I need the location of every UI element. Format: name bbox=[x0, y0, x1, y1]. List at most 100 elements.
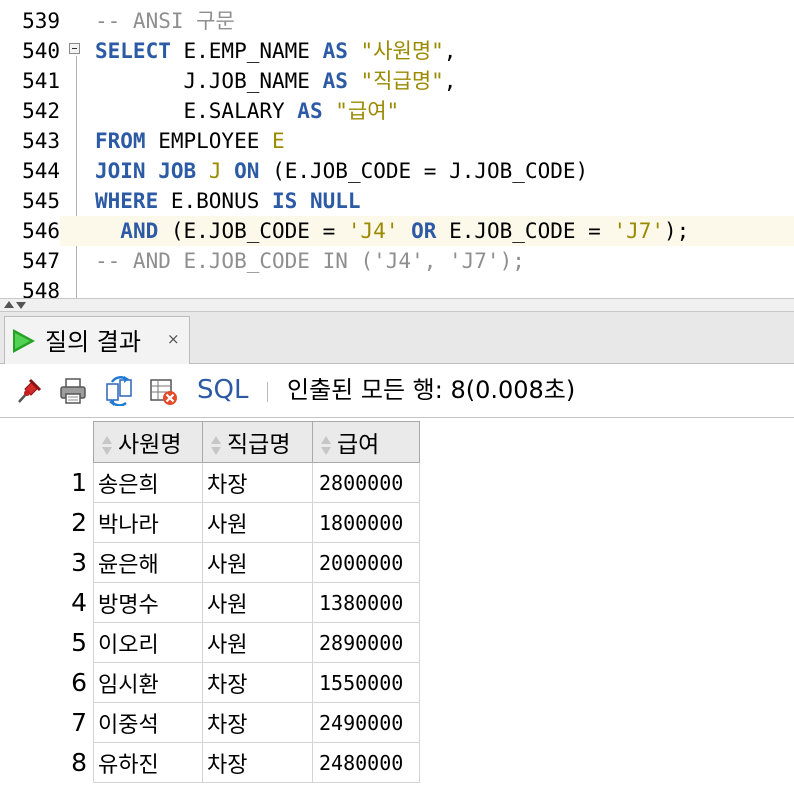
sql-keyword: JOIN bbox=[95, 159, 146, 183]
column-header-label: 급여 bbox=[337, 432, 380, 458]
table-row[interactable]: 4 방명수 사원 1380000 bbox=[5, 582, 420, 623]
cell-job[interactable]: 차장 bbox=[202, 742, 313, 783]
cell-salary[interactable]: 2800000 bbox=[312, 462, 420, 503]
result-grid[interactable]: 사원명 직급명 급여 1 송은희 차장 2800000 2 박나라 사원 1800000 3 윤은… bbox=[0, 418, 794, 792]
fetch-status-text: 인출된 모든 행: 8(0.008초) bbox=[287, 376, 576, 404]
cell-salary[interactable]: 1380000 bbox=[312, 582, 420, 623]
print-icon[interactable] bbox=[58, 376, 88, 406]
code-line[interactable]: 541 J.JOB_NAME AS "직급명", bbox=[0, 66, 794, 96]
tab-query-result[interactable]: 질의 결과 × bbox=[4, 316, 190, 364]
row-number: 3 bbox=[71, 548, 87, 577]
sql-token: E.JOB_CODE = bbox=[436, 219, 614, 243]
sql-keyword: ON bbox=[234, 159, 260, 183]
cell-name[interactable]: 이오리 bbox=[93, 622, 203, 663]
cell-salary[interactable]: 1550000 bbox=[312, 662, 420, 703]
sql-keyword: OR bbox=[411, 219, 437, 243]
code-text: -- ANSI 구문 bbox=[95, 6, 235, 36]
column-header-job[interactable]: 직급명 bbox=[202, 421, 313, 463]
row-number: 2 bbox=[71, 508, 87, 537]
code-line[interactable]: 548 bbox=[0, 276, 794, 298]
cell-salary[interactable]: 1800000 bbox=[312, 502, 420, 543]
line-number: 544 bbox=[22, 159, 60, 183]
line-number: 545 bbox=[22, 189, 60, 213]
table-row[interactable]: 3 윤은해 사원 2000000 bbox=[5, 542, 420, 583]
cell-job[interactable]: 사원 bbox=[202, 502, 313, 543]
cell-salary[interactable]: 2490000 bbox=[312, 702, 420, 743]
close-icon[interactable]: × bbox=[167, 331, 180, 347]
table-row[interactable]: 1 송은희 차장 2800000 bbox=[5, 462, 420, 503]
sql-alias: J bbox=[208, 159, 222, 183]
row-number-header bbox=[5, 421, 94, 463]
code-line[interactable]: 545 WHERE E.BONUS IS NULL bbox=[0, 186, 794, 216]
sort-icon[interactable] bbox=[100, 434, 114, 458]
result-table: 사원명 직급명 급여 1 송은희 차장 2800000 2 박나라 사원 1800000 3 윤은… bbox=[5, 421, 420, 783]
sql-alias: E bbox=[272, 129, 285, 153]
sql-editor[interactable]: 539 -- ANSI 구문 540 SELECT E.EMP_NAME AS "사원… bbox=[0, 0, 794, 298]
sql-button[interactable]: SQL bbox=[197, 374, 248, 406]
cell-job[interactable]: 차장 bbox=[202, 462, 313, 503]
sql-token: E.BONUS bbox=[158, 189, 273, 213]
cell-name[interactable]: 송은희 bbox=[93, 462, 203, 503]
sort-icon[interactable] bbox=[209, 434, 223, 458]
sql-token: E.SALARY bbox=[95, 99, 298, 123]
cell-name[interactable]: 이중석 bbox=[93, 702, 203, 743]
code-line[interactable]: 542 E.SALARY AS "급여" bbox=[0, 96, 794, 126]
code-line[interactable]: 539 -- ANSI 구문 bbox=[0, 6, 794, 36]
code-text: AND (E.JOB_CODE = 'J4' OR E.JOB_CODE = '… bbox=[95, 216, 689, 246]
table-row[interactable]: 8 유하진 차장 2480000 bbox=[5, 742, 420, 783]
column-header-salary[interactable]: 급여 bbox=[312, 421, 420, 463]
row-number: 1 bbox=[71, 468, 87, 497]
cell-name[interactable]: 유하진 bbox=[93, 742, 203, 783]
cell-job[interactable]: 사원 bbox=[202, 582, 313, 623]
header-row: 사원명 직급명 급여 bbox=[5, 421, 420, 463]
sort-icon[interactable] bbox=[319, 434, 333, 458]
cell-salary[interactable]: 2890000 bbox=[312, 622, 420, 663]
cell-job[interactable]: 사원 bbox=[202, 622, 313, 663]
column-header-label: 직급명 bbox=[227, 432, 291, 458]
cell-name[interactable]: 윤은해 bbox=[93, 542, 203, 583]
pane-splitter[interactable] bbox=[0, 298, 794, 312]
column-header-name[interactable]: 사원명 bbox=[93, 421, 203, 463]
cell-job[interactable]: 사원 bbox=[202, 542, 313, 583]
code-text: FROM EMPLOYEE E bbox=[95, 126, 285, 156]
cancel-query-icon[interactable] bbox=[148, 376, 178, 406]
line-number: 546 bbox=[0, 216, 60, 246]
cell-name[interactable]: 방명수 bbox=[93, 582, 203, 623]
result-rows: 1 송은희 차장 2800000 2 박나라 사원 1800000 3 윤은해 사원 2000000 4… bbox=[5, 462, 420, 783]
refresh-icon[interactable] bbox=[104, 376, 134, 406]
line-number: 547 bbox=[22, 249, 60, 273]
cell-job[interactable]: 차장 bbox=[202, 662, 313, 703]
code-line[interactable]: 540 SELECT E.EMP_NAME AS "사원명", bbox=[0, 36, 794, 66]
sql-string: "사원명" bbox=[360, 39, 444, 63]
expand-up-icon[interactable] bbox=[4, 301, 14, 308]
sql-keyword: FROM bbox=[95, 129, 146, 153]
cell-name[interactable]: 박나라 bbox=[93, 502, 203, 543]
cell-salary[interactable]: 2000000 bbox=[312, 542, 420, 583]
table-row[interactable]: 2 박나라 사원 1800000 bbox=[5, 502, 420, 543]
expand-down-icon[interactable] bbox=[16, 302, 26, 309]
collapse-icon[interactable] bbox=[69, 43, 80, 54]
code-line[interactable]: 547 -- AND E.JOB_CODE IN ('J4', 'J7'); bbox=[0, 246, 794, 276]
code-line[interactable]: 546 AND (E.JOB_CODE = 'J4' OR E.JOB_CODE… bbox=[0, 216, 794, 246]
cell-name[interactable]: 임시환 bbox=[93, 662, 203, 703]
code-line[interactable]: 543 FROM EMPLOYEE E bbox=[0, 126, 794, 156]
code-line[interactable]: 544 JOIN JOB J ON (E.JOB_CODE = J.JOB_COD… bbox=[0, 156, 794, 186]
line-number: 543 bbox=[22, 129, 60, 153]
pin-icon[interactable] bbox=[14, 376, 44, 406]
cell-job[interactable]: 차장 bbox=[202, 702, 313, 743]
toolbar-separator bbox=[267, 382, 268, 402]
line-number: 541 bbox=[22, 69, 60, 93]
row-number: 4 bbox=[71, 588, 87, 617]
cell-salary[interactable]: 2480000 bbox=[312, 742, 420, 783]
table-row[interactable]: 5 이오리 사원 2890000 bbox=[5, 622, 420, 663]
table-row[interactable]: 7 이중석 차장 2490000 bbox=[5, 702, 420, 743]
sql-token: EMPLOYEE bbox=[145, 129, 273, 153]
line-number: 542 bbox=[22, 99, 60, 123]
table-row[interactable]: 6 임시환 차장 1550000 bbox=[5, 662, 420, 703]
sql-keyword: AS bbox=[297, 99, 323, 123]
sql-token: ); bbox=[664, 219, 690, 243]
